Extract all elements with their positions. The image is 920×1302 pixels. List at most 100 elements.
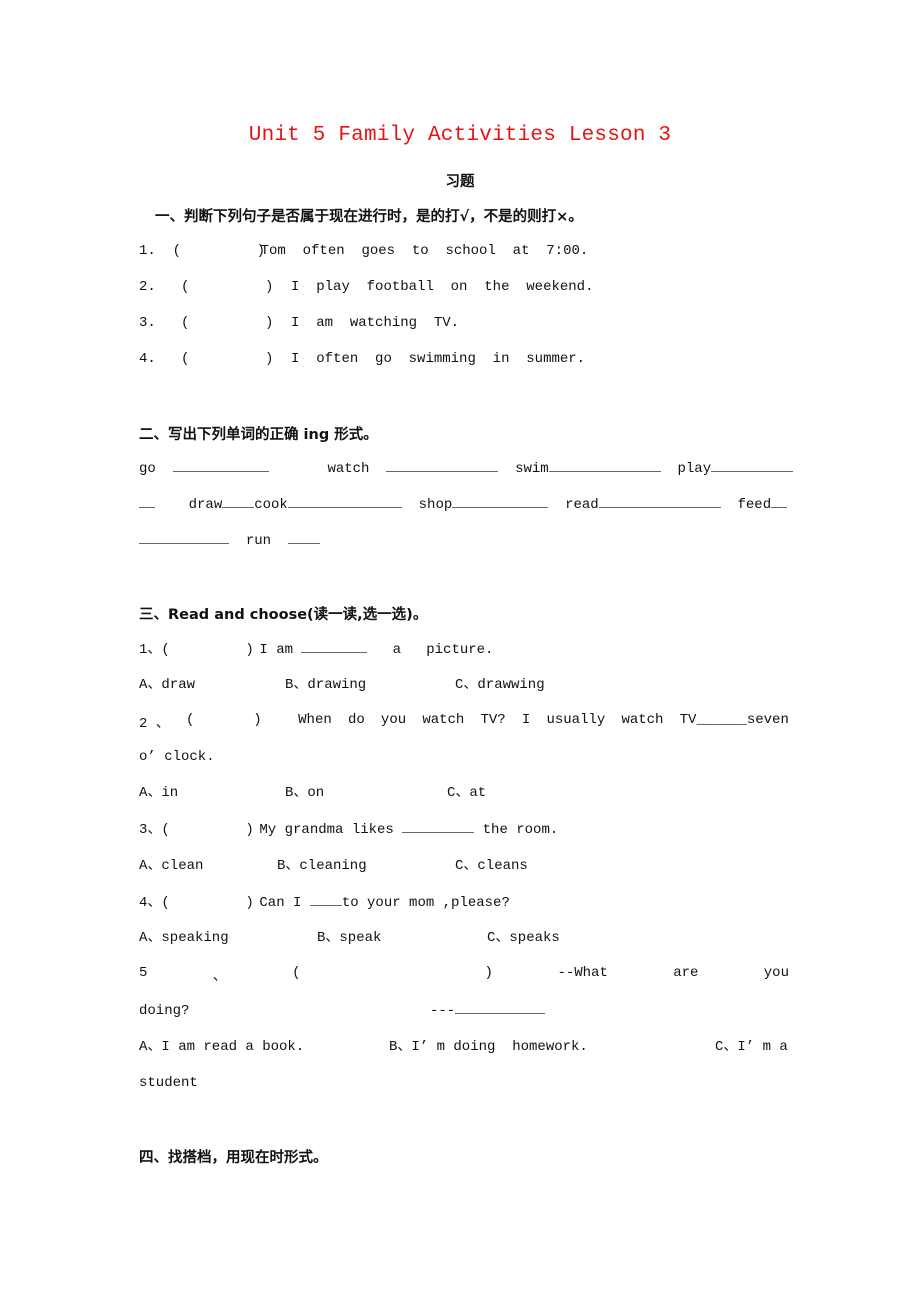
option-c[interactable]: C、cleans (455, 858, 528, 874)
document-subtitle: 习题 (445, 174, 475, 190)
s3-q4-options: A、speaking B、speak C、speaks (139, 929, 560, 947)
option-c[interactable]: C、at (447, 785, 486, 801)
answer-paren[interactable]: ( ) (161, 641, 259, 659)
option-c[interactable]: C、drawwing (455, 677, 545, 693)
q-separator: 、 (212, 969, 227, 985)
q-word: watch (422, 712, 465, 728)
option-a[interactable]: A、clean (139, 857, 277, 875)
option-b[interactable]: B、speak (317, 929, 487, 947)
s3-q3-options: A、clean B、cleaning C、cleans (139, 857, 528, 875)
s3-q5-option-c-cont: student (139, 1075, 198, 1091)
q-word: When (298, 712, 332, 728)
option-c[interactable]: C、speaks (487, 930, 560, 946)
blank-play[interactable] (711, 459, 794, 472)
option-b[interactable]: B、cleaning (277, 857, 455, 875)
q-word: do (347, 712, 365, 728)
word-draw: draw (188, 497, 223, 513)
blank-feed[interactable] (771, 495, 788, 508)
section1-heading: 一、判断下列句子是否属于现在进行时，是的打√，不是的则打×。 (155, 209, 583, 225)
q-word: usually (546, 712, 606, 728)
blank-go[interactable] (172, 459, 269, 472)
question-number: 1、 (139, 642, 162, 658)
answer-paren[interactable]: ( ) (161, 821, 259, 839)
question-number: 4、 (139, 895, 162, 911)
answer-blank[interactable] (309, 893, 342, 906)
q-word-with-blank: TV______seven (679, 712, 789, 728)
question-text-post: a picture. (392, 642, 494, 658)
item-number: 1. (139, 243, 156, 259)
q-word: I (521, 712, 531, 728)
blank-feed-cont[interactable] (139, 531, 229, 544)
word-read: read (565, 497, 599, 513)
paren-close: ) (484, 965, 493, 981)
word-watch: watch (327, 461, 370, 477)
question-text-post: the room. (482, 822, 559, 838)
blank-cook[interactable] (287, 495, 402, 508)
s3-q5-line2: doing? --- (139, 1001, 546, 1020)
s3-q2-options: A、in B、on C、at (139, 784, 486, 802)
blank-draw[interactable] (222, 495, 255, 508)
word-swim: swim (515, 461, 549, 477)
s3-q1: 1、( ) I am a picture. (139, 640, 493, 659)
s3-q1-options: A、draw B、drawing C、drawwing (139, 676, 545, 694)
word-play: play (677, 461, 712, 477)
blank-watch[interactable] (386, 459, 499, 472)
answer-paren[interactable]: () (292, 965, 493, 985)
blank-swim[interactable] (548, 459, 661, 472)
option-b[interactable]: B、on (285, 784, 447, 802)
answer-paren[interactable]: ( ) (181, 350, 291, 368)
question-text-pre: My grandma likes (259, 822, 394, 838)
blank-read[interactable] (598, 495, 721, 508)
question-number: 5 (139, 965, 148, 981)
q-word: TV? (480, 712, 506, 728)
answer-blank[interactable] (402, 820, 475, 833)
s1-item-1: 1. ( )Tom often goes to school at 7:00. (139, 242, 588, 260)
item-number: 2. (139, 279, 156, 295)
item-number: 4. (139, 351, 156, 367)
q-text: doing? (139, 1003, 190, 1019)
item-text: Tom often goes to school at 7:00. (260, 243, 589, 259)
answer-blank[interactable] (455, 1001, 546, 1014)
answer-blank[interactable] (301, 640, 368, 653)
option-a[interactable]: A、speaking (139, 929, 317, 947)
s3-q2-line2: o’ clock. (139, 749, 215, 765)
section2-heading: 二、写出下列单词的正确 ing 形式。 (139, 427, 378, 443)
option-c[interactable]: C、I’ m a (715, 1039, 788, 1055)
item-text: I play football on the weekend. (291, 279, 594, 295)
answer-paren[interactable]: ( ) (173, 242, 265, 260)
answer-paren[interactable]: ( ) (161, 894, 259, 912)
question-text-post: to your mom ,please? (341, 895, 510, 911)
s1-item-4: 4. ( ) I often go swimming in summer. (139, 350, 585, 368)
item-number: 3. (139, 315, 156, 331)
option-a[interactable]: A、I am read a book. (139, 1038, 389, 1056)
s3-q4: 4、( ) Can I to your mom ,please? (139, 893, 510, 912)
paren-open: ( (292, 965, 301, 981)
s1-item-2: 2. ( ) I play football on the weekend. (139, 278, 593, 296)
option-a[interactable]: A、in (139, 784, 285, 802)
word-feed: feed (737, 497, 772, 513)
s2-line-2: draw cook shop read feed (139, 495, 788, 514)
blank-play-cont[interactable] (139, 495, 155, 508)
word-cook: cook (254, 497, 288, 513)
option-a[interactable]: A、draw (139, 676, 285, 694)
answer-paren[interactable]: ( ) (181, 278, 291, 296)
question-number: 3、 (139, 822, 162, 838)
s1-item-3: 3. ( ) I am watching TV. (139, 314, 459, 332)
option-b[interactable]: B、I’ m doing homework. (389, 1038, 715, 1056)
document-title: Unit 5 Family Activities Lesson 3 (248, 124, 672, 147)
question-text-pre: I am (259, 642, 294, 658)
answer-paren[interactable]: ( ) (186, 712, 282, 732)
blank-run[interactable] (287, 531, 320, 544)
s3-q5: 5 、 () --What are you (139, 965, 789, 985)
s2-line-1: go watch swim play (139, 459, 794, 478)
s2-line-3: run (139, 531, 320, 550)
section3-heading: 三、Read and choose(读一读,选一选)。 (139, 607, 428, 623)
q-word: --What (557, 965, 608, 981)
s3-q3: 3、( ) My grandma likes the room. (139, 820, 558, 839)
option-b[interactable]: B、drawing (285, 676, 455, 694)
blank-shop[interactable] (452, 495, 549, 508)
section4-heading: 四、找搭档，用现在时形式。 (139, 1150, 328, 1166)
question-text-pre: Can I (259, 895, 302, 911)
dash: --- (430, 1003, 456, 1019)
answer-paren[interactable]: ( ) (181, 314, 291, 332)
